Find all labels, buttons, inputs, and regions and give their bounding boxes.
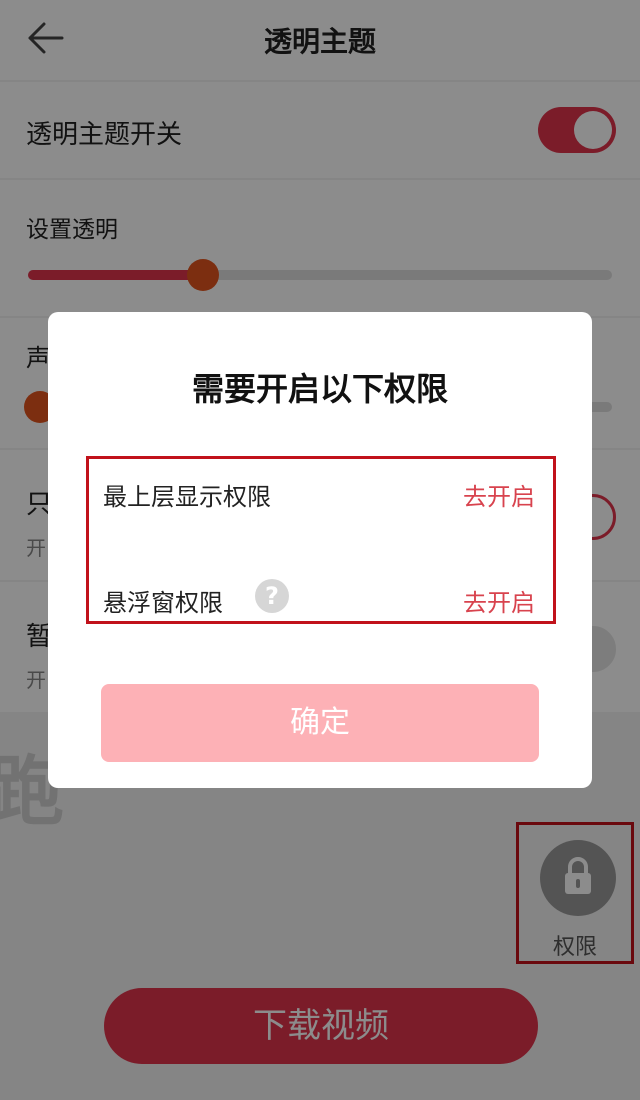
enable-overlay-permission-link[interactable]: 去开启 (463, 477, 535, 512)
permission-item: 悬浮窗权限 ? 去开启 (103, 577, 535, 621)
permission-list-highlight: 最上层显示权限 去开启 悬浮窗权限 ? 去开启 (86, 456, 556, 624)
permission-dialog: 需要开启以下权限 最上层显示权限 去开启 悬浮窗权限 ? 去开启 确定 (48, 312, 592, 788)
permission-item: 最上层显示权限 去开启 (103, 471, 535, 515)
help-icon[interactable]: ? (255, 579, 289, 613)
dialog-title: 需要开启以下权限 (191, 370, 448, 408)
floating-window-permission-label: 悬浮窗权限 (103, 589, 223, 617)
confirm-button[interactable]: 确定 (101, 684, 539, 762)
overlay-permission-label: 最上层显示权限 (103, 483, 271, 511)
enable-floating-window-permission-link[interactable]: 去开启 (463, 583, 535, 618)
screen: 透明主题 透明主题开关 设置透明 声 只 开 暂 开 跑 权限 下载视频 需要开… (0, 0, 640, 1100)
